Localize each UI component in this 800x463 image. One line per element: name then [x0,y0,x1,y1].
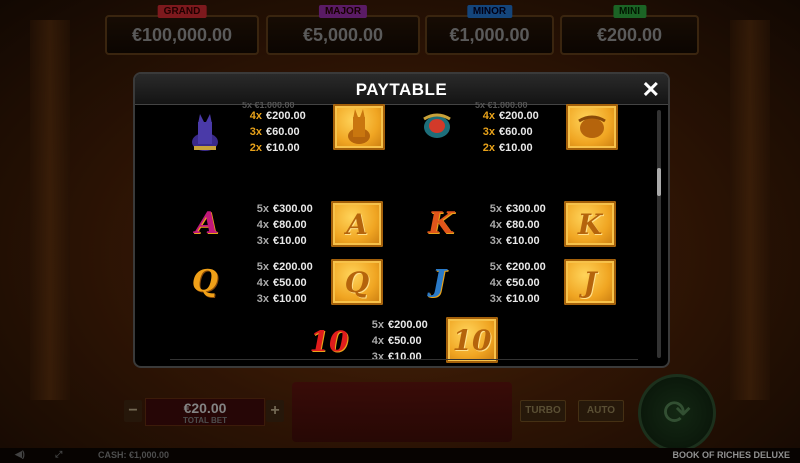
10-pay-4x: €50.00 [388,335,422,347]
Q-pay-3x: €10.00 [273,293,307,305]
mult-5x: 5x [256,261,269,273]
mult-4x: 4x [256,277,269,289]
J-pay-4x: €50.00 [506,277,540,289]
scarab-pay-3x: €60.00 [499,126,533,138]
J-pay-3x: €10.00 [506,293,540,305]
Q-pay-5x: €200.00 [273,261,313,273]
K-reel-tile: K [564,201,616,247]
J-pay-5x: €200.00 [506,261,546,273]
mult-5x: 5x [371,319,384,331]
A-pay-3x: €10.00 [273,235,307,247]
Q-payouts: 5x €200.00 4x €50.00 3x €10.00 [249,259,313,307]
10-symbol: 10 [309,324,349,358]
mult-3x: 3x [249,126,262,138]
A-symbol: A [195,205,219,241]
close-icon[interactable]: ✕ [642,77,660,103]
cat-reel-tile [333,104,385,150]
paytable-scrollbar[interactable] [657,110,661,358]
mult-5x: 5x [489,261,502,273]
cat-pay-3x: €60.00 [266,126,300,138]
mult-4x: 4x [482,110,495,122]
mult-5x: 5x [256,203,269,215]
scarab-icon [415,104,459,148]
mult-4x: 4x [256,219,269,231]
J-symbol: J [431,263,447,299]
scarab-pay-4x: €200.00 [499,110,539,122]
cat-pay-2x: €10.00 [266,142,300,154]
Q-pay-4x: €50.00 [273,277,307,289]
10-payouts: 5x €200.00 4x €50.00 3x €10.00 [364,317,428,365]
10-pay-3x: €10.00 [388,351,422,363]
mult-5x: 5x [489,203,502,215]
mult-3x: 3x [489,235,502,247]
J-reel-tile: J [564,259,616,305]
paytable-modal: PAYTABLE ✕ 5x €1,000.00 4x €200.00 3x €60.… [133,72,670,368]
scarab-payouts: 5x €1,000.00 4x €200.00 3x €60.00 2x €10.00 [475,102,539,156]
mult-4x: 4x [371,335,384,347]
K-payouts: 5x €300.00 4x €80.00 3x €10.00 [482,201,546,249]
10-reel-tile: 10 [446,317,498,363]
mult-3x: 3x [256,235,269,247]
A-reel-tile: A [331,201,383,247]
cat-payouts: 5x €1,000.00 4x €200.00 3x €60.00 2x €10.00 [242,102,306,156]
K-pay-5x: €300.00 [506,203,546,215]
mult-4x: 4x [489,219,502,231]
A-pay-4x: €80.00 [273,219,307,231]
10-pay-5x: €200.00 [388,319,428,331]
bottom-divider [170,359,638,360]
mult-2x: 2x [249,142,262,154]
Q-symbol: Q [191,263,219,299]
K-symbol: K [427,205,455,241]
scarab-pay-2x: €10.00 [499,142,533,154]
modal-title: PAYTABLE [355,80,448,99]
mult-4x: 4x [489,277,502,289]
cat-pay-4x: €200.00 [266,110,306,122]
cat-statue-icon [183,110,227,154]
mult-3x: 3x [256,293,269,305]
A-pay-5x: €300.00 [273,203,313,215]
scarab-reel-tile [566,104,618,150]
modal-header: PAYTABLE ✕ [135,74,668,105]
mult-3x: 3x [371,351,384,363]
scrollbar-thumb[interactable] [657,168,661,196]
A-payouts: 5x €300.00 4x €80.00 3x €10.00 [249,201,313,249]
J-payouts: 5x €200.00 4x €50.00 3x €10.00 [482,259,546,307]
mult-2x: 2x [482,142,495,154]
K-pay-3x: €10.00 [506,235,540,247]
K-pay-4x: €80.00 [506,219,540,231]
mult-3x: 3x [482,126,495,138]
Q-reel-tile: Q [331,259,383,305]
mult-3x: 3x [489,293,502,305]
mult-4x: 4x [249,110,262,122]
